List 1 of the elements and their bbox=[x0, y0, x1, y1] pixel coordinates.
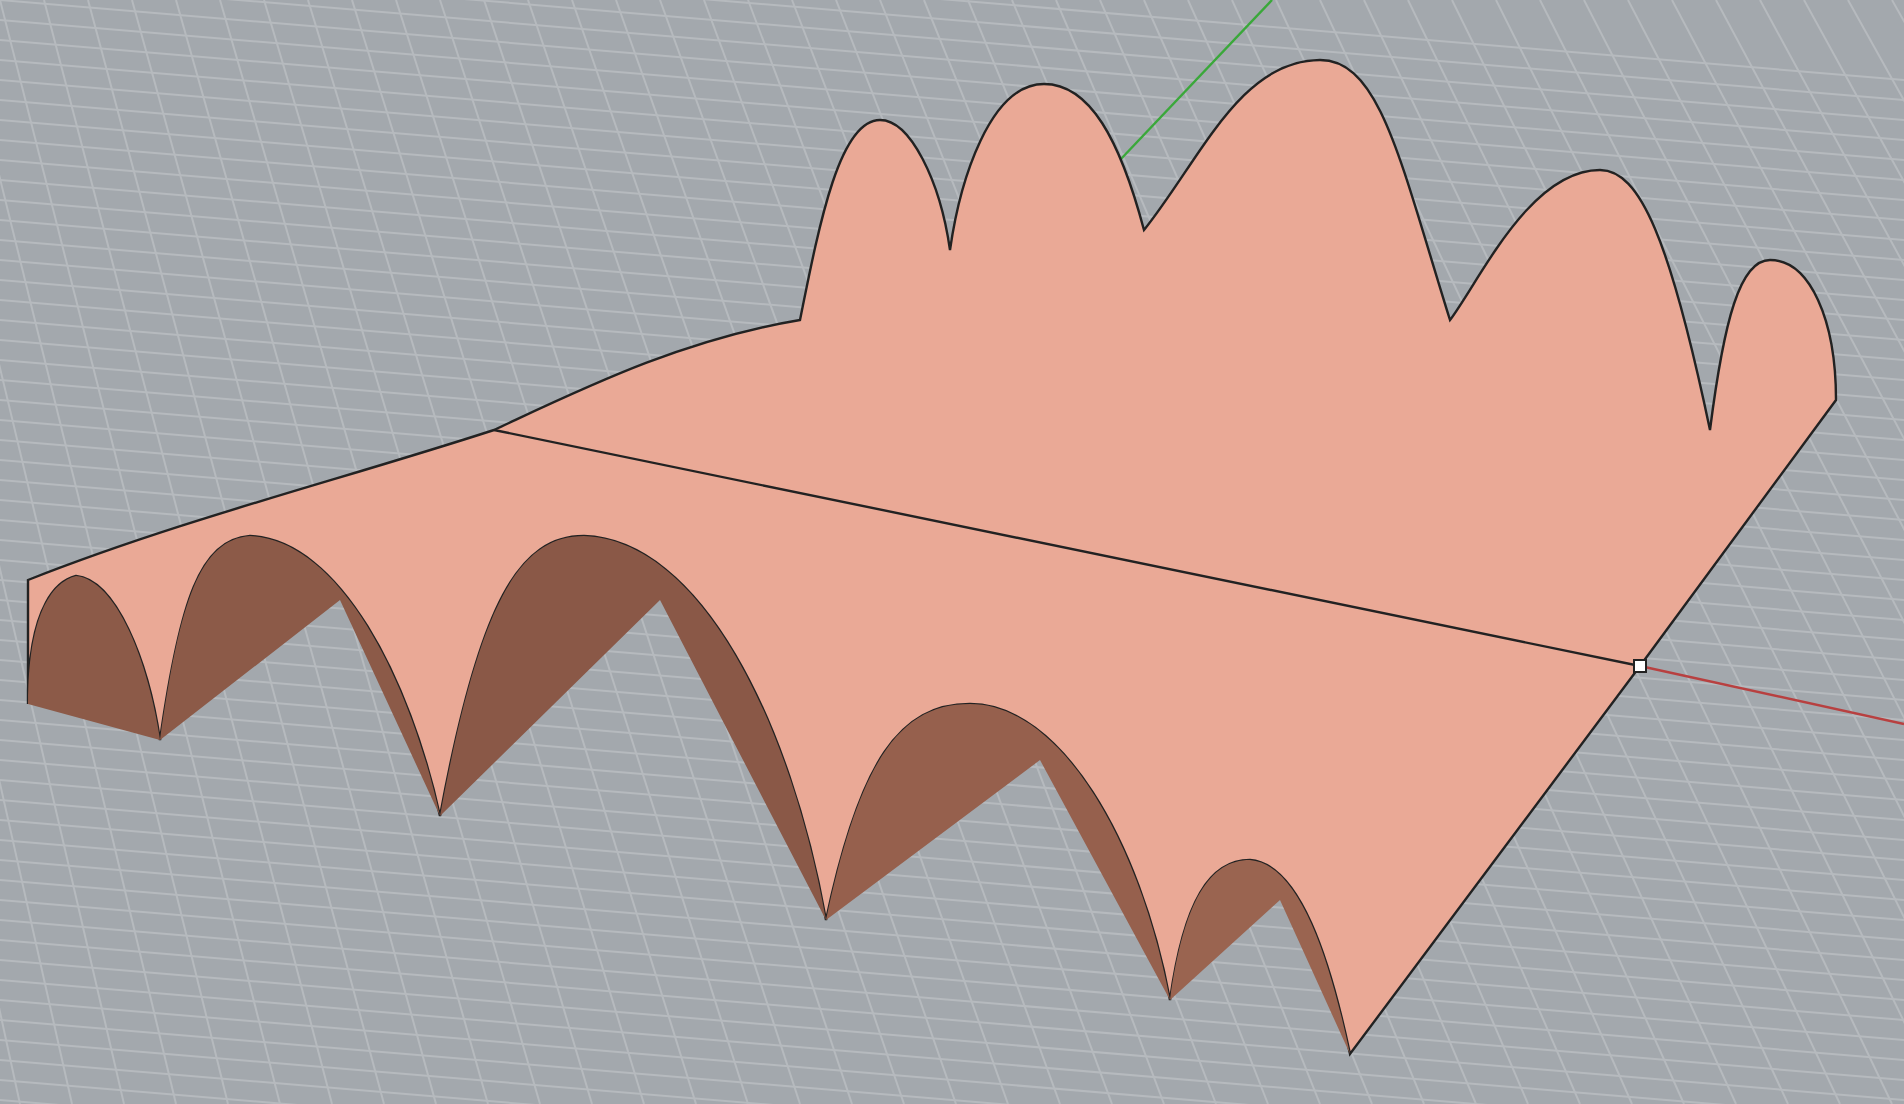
point-marker[interactable] bbox=[1633, 659, 1647, 673]
